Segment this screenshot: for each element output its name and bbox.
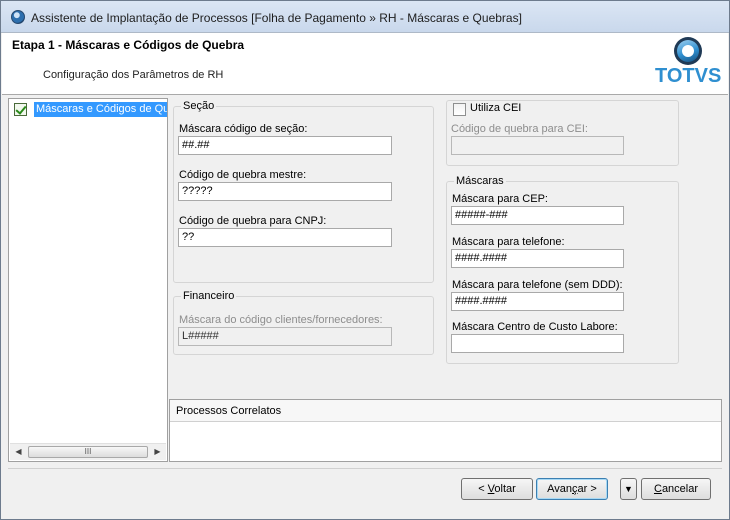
cost-center-mask-input[interactable] bbox=[451, 334, 624, 353]
cost-center-mask-label: Máscara Centro de Custo Labore: bbox=[452, 321, 618, 333]
master-code-input[interactable]: ????? bbox=[178, 182, 392, 201]
phone-mask-label: Máscara para telefone: bbox=[452, 236, 565, 248]
client-mask-label: Máscara do código clientes/fornecedores: bbox=[179, 314, 383, 326]
app-icon bbox=[11, 10, 25, 24]
cancel-rest: ancelar bbox=[661, 483, 699, 495]
next-button[interactable]: Avançar > bbox=[536, 478, 608, 500]
master-code-label: Código de quebra mestre: bbox=[179, 169, 307, 181]
financeiro-legend: Financeiro bbox=[183, 290, 235, 302]
steps-tree: Máscaras e Códigos de Quebra ◀ III ▶ bbox=[8, 98, 168, 462]
mask-secao-input[interactable]: ##.## bbox=[178, 136, 392, 155]
cancel-accel: C bbox=[653, 483, 662, 495]
scroll-right-arrow-icon[interactable]: ▶ bbox=[149, 444, 166, 460]
phone-mask-input[interactable]: ####.#### bbox=[451, 249, 624, 268]
cancel-button[interactable]: Cancelar bbox=[641, 478, 711, 500]
wizard-window: Assistente de Implantação de Processos [… bbox=[0, 0, 730, 520]
parameters-panel: Seção Máscara código de seção: ##.## Cód… bbox=[169, 96, 722, 399]
phone-noddd-mask-input[interactable]: ####.#### bbox=[451, 292, 624, 311]
related-processes-panel: Processos Correlatos bbox=[169, 399, 722, 462]
mascaras-legend: Máscaras bbox=[456, 175, 504, 187]
step-subtitle: Configuração dos Parâmetros de RH bbox=[43, 69, 224, 81]
window-title: Assistente de Implantação de Processos [… bbox=[31, 11, 522, 25]
related-processes-header: Processos Correlatos bbox=[170, 400, 721, 422]
utiliza-cei-checkbox[interactable] bbox=[453, 103, 466, 116]
tree-item-mascaras[interactable]: Máscaras e Códigos de Quebra bbox=[14, 102, 167, 117]
totvs-logo-icon bbox=[674, 37, 702, 65]
scroll-left-arrow-icon[interactable]: ◀ bbox=[10, 444, 27, 460]
cnpj-code-input[interactable]: ?? bbox=[178, 228, 392, 247]
tree-item-label: Máscaras e Códigos de Quebra bbox=[34, 102, 167, 117]
step-title: Etapa 1 - Máscaras e Códigos de Quebra bbox=[12, 38, 245, 52]
phone-noddd-mask-label: Máscara para telefone (sem DDD): bbox=[452, 279, 623, 291]
cei-code-input bbox=[451, 136, 624, 155]
horizontal-scrollbar[interactable]: ◀ III ▶ bbox=[10, 443, 166, 460]
utiliza-cei-label[interactable]: Utiliza CEI bbox=[470, 102, 521, 114]
scroll-thumb[interactable]: III bbox=[28, 446, 148, 458]
logo-text: TOTVS bbox=[655, 65, 722, 87]
title-bar[interactable]: Assistente de Implantação de Processos [… bbox=[1, 1, 729, 33]
back-prefix: < bbox=[478, 483, 488, 495]
cep-mask-input[interactable]: #####-### bbox=[451, 206, 624, 225]
cep-mask-label: Máscara para CEP: bbox=[452, 193, 548, 205]
secao-legend: Seção bbox=[183, 100, 215, 112]
cei-code-label: Código de quebra para CEI: bbox=[451, 123, 588, 135]
wizard-header: Etapa 1 - Máscaras e Códigos de Quebra C… bbox=[2, 33, 728, 95]
back-button[interactable]: < Voltar bbox=[461, 478, 533, 500]
totvs-logo: TOTVS bbox=[655, 35, 722, 93]
mask-secao-label: Máscara código de seção: bbox=[179, 123, 308, 135]
next-prefix: Avan bbox=[547, 483, 573, 495]
client-mask-input: L##### bbox=[178, 327, 392, 346]
next-rest: ar > bbox=[577, 483, 597, 495]
dropdown-arrow-icon[interactable]: ▼ bbox=[620, 478, 637, 500]
footer-divider bbox=[8, 468, 722, 469]
back-rest: oltar bbox=[494, 483, 516, 495]
checked-task-icon bbox=[14, 103, 27, 116]
cnpj-code-label: Código de quebra para CNPJ: bbox=[179, 215, 327, 227]
